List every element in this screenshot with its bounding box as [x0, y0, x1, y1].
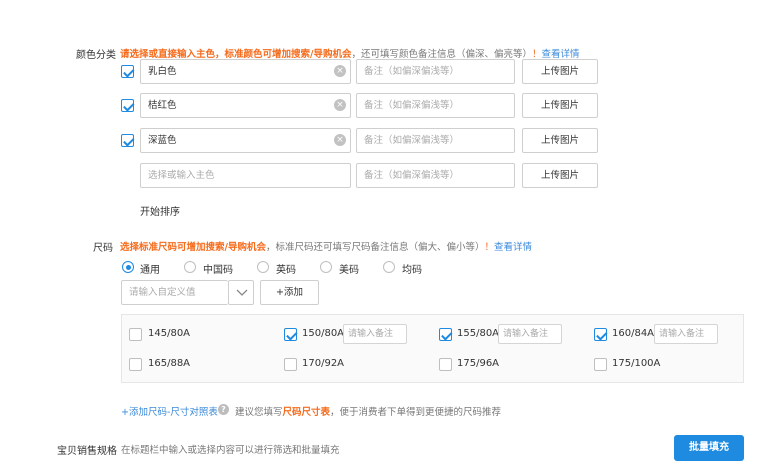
color-note-placeholder-3: 备注（如偏深偏浅等）	[364, 135, 460, 146]
size-chart-hint-pre: 建议您填写	[235, 407, 283, 418]
chevron-down-icon	[236, 289, 248, 296]
help-icon[interactable]: ?	[218, 404, 229, 415]
size-hint-excl: ！	[484, 242, 495, 253]
size-label-155: 155/80A	[457, 328, 500, 339]
color-note-placeholder-1: 备注（如偏深偏浅等）	[364, 66, 460, 77]
size-label-150: 150/80A	[302, 328, 345, 339]
size-label-165: 165/88A	[148, 358, 191, 369]
clear-icon[interactable]: ×	[334, 134, 346, 146]
radio-us[interactable]	[320, 261, 332, 273]
sort-button[interactable]: 开始排序	[140, 203, 180, 218]
size-panel	[121, 314, 744, 383]
size-checkbox-165[interactable]	[129, 358, 142, 371]
upload-image-button-1[interactable]: 上传图片	[522, 59, 598, 84]
color-note-input-new[interactable]: 备注（如偏深偏浅等）	[356, 163, 515, 188]
clear-icon[interactable]: ×	[334, 99, 346, 111]
size-checkbox-145[interactable]	[129, 328, 142, 341]
color-checkbox-2[interactable]	[121, 99, 134, 112]
color-checkbox-3[interactable]	[121, 134, 134, 147]
size-hint-link[interactable]: 查看详情	[494, 242, 532, 253]
color-input-new[interactable]: 选择或输入主色	[140, 163, 351, 188]
custom-size-placeholder: 请输入自定义值	[129, 287, 196, 298]
color-hint: 请选择或直接输入主色，标准颜色可增加搜索/导购机会，还可填写颜色备注信息（偏深、…	[120, 46, 580, 60]
size-label-170: 170/92A	[302, 358, 345, 369]
size-checkbox-175-96[interactable]	[439, 358, 452, 371]
size-checkbox-155[interactable]	[439, 328, 452, 341]
color-input-1[interactable]: 乳白色	[140, 59, 351, 84]
color-new-placeholder: 选择或输入主色	[148, 170, 215, 181]
color-value-3: 深蓝色	[148, 135, 177, 146]
batch-fill-button[interactable]: 批量填充	[674, 435, 744, 461]
size-hint: 选择标准尺码可增加搜索/导购机会，标准尺码还可填写尺码备注信息（偏大、偏小等）！…	[120, 239, 532, 253]
size-checkbox-170[interactable]	[284, 358, 297, 371]
size-chart-hint: 建议您填写尺码尺寸表，便于消费者下单得到更便捷的尺码推荐	[235, 404, 501, 418]
custom-size-dropdown[interactable]	[228, 280, 254, 305]
size-section-label: 尺码	[93, 243, 113, 254]
color-checkbox-1[interactable]	[121, 65, 134, 78]
custom-size-input[interactable]: 请输入自定义值	[121, 280, 228, 305]
size-hint-gray: ，标准尺码还可填写尺码备注信息（偏大、偏小等）	[265, 242, 485, 253]
size-label-145: 145/80A	[148, 328, 191, 339]
color-note-input-2[interactable]: 备注（如偏深偏浅等）	[356, 93, 515, 118]
size-hint-orange: 选择标准尺码可增加搜索/导购机会	[120, 242, 266, 253]
add-size-button[interactable]: +添加	[260, 280, 319, 305]
radio-china-label: 中国码	[203, 265, 233, 276]
size-chart-hint-post: ，便于消费者下单得到更便捷的尺码推荐	[330, 407, 502, 418]
radio-onesize-label: 均码	[402, 265, 422, 276]
clear-icon[interactable]: ×	[334, 65, 346, 77]
radio-us-label: 美码	[339, 265, 359, 276]
size-label-160: 160/84A	[612, 328, 655, 339]
color-note-new-placeholder: 备注（如偏深偏浅等）	[364, 170, 460, 181]
radio-uk-label: 英码	[276, 265, 296, 276]
upload-image-button-new[interactable]: 上传图片	[522, 163, 598, 188]
color-value-2: 桔红色	[148, 100, 177, 111]
color-input-2[interactable]: 桔红色	[140, 93, 351, 118]
add-size-chart-link[interactable]: +添加尺码-尺寸对照表	[121, 407, 218, 418]
color-note-placeholder-2: 备注（如偏深偏浅等）	[364, 100, 460, 111]
radio-china[interactable]	[184, 261, 196, 273]
size-chart-hint-orange[interactable]: 尺码尺寸表	[283, 407, 331, 418]
color-section-label: 颜色分类	[76, 50, 116, 61]
size-note-input-150[interactable]: 请输入备注	[343, 324, 407, 344]
sales-spec-label: 宝贝销售规格	[57, 446, 117, 457]
size-checkbox-175-100[interactable]	[594, 358, 607, 371]
sales-spec-hint: 在标题栏中输入或选择内容可以进行筛选和批量填充	[121, 445, 340, 456]
radio-universal[interactable]	[122, 261, 134, 273]
upload-image-button-2[interactable]: 上传图片	[522, 93, 598, 118]
color-note-input-3[interactable]: 备注（如偏深偏浅等）	[356, 128, 515, 153]
radio-uk[interactable]	[257, 261, 269, 273]
radio-onesize[interactable]	[383, 261, 395, 273]
radio-universal-label: 通用	[140, 265, 160, 276]
size-label-175-96: 175/96A	[457, 358, 500, 369]
upload-image-button-3[interactable]: 上传图片	[522, 128, 598, 153]
color-input-3[interactable]: 深蓝色	[140, 128, 351, 153]
size-checkbox-150[interactable]	[284, 328, 297, 341]
size-note-input-155[interactable]: 请输入备注	[498, 324, 562, 344]
color-note-input-1[interactable]: 备注（如偏深偏浅等）	[356, 59, 515, 84]
size-chart-row: +添加尺码-尺寸对照表	[121, 404, 218, 418]
size-checkbox-160[interactable]	[594, 328, 607, 341]
size-note-input-160[interactable]: 请输入备注	[654, 324, 718, 344]
size-label-175-100: 175/100A	[612, 358, 661, 369]
color-value-1: 乳白色	[148, 66, 177, 77]
